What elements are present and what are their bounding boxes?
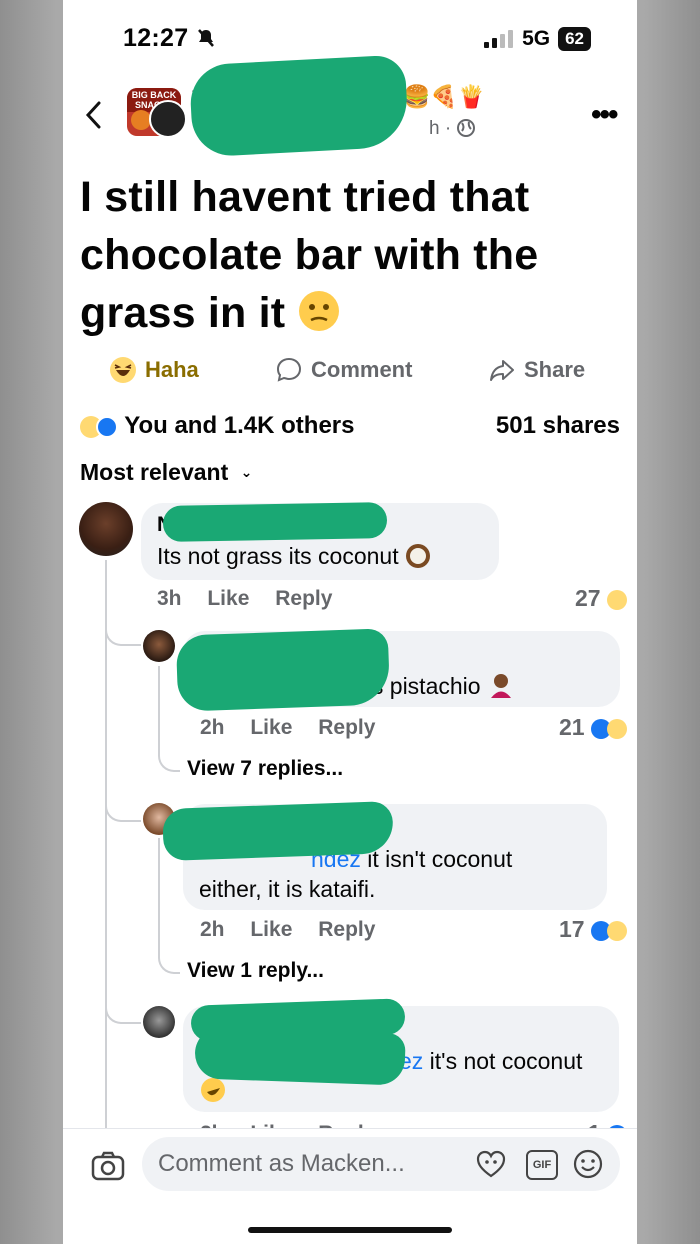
coconut-icon xyxy=(406,544,431,568)
reaction-icons xyxy=(80,412,124,439)
reply-link[interactable]: Reply xyxy=(318,716,375,739)
reply-connector xyxy=(105,610,141,646)
bell-muted-icon xyxy=(197,29,214,47)
haha-icon xyxy=(607,920,627,941)
comment-icon xyxy=(276,357,302,382)
haha-button[interactable]: Haha xyxy=(109,356,199,384)
redaction-reply xyxy=(162,801,394,861)
thread-line xyxy=(158,838,160,934)
reply-connector xyxy=(158,730,180,772)
haha-label: Haha xyxy=(145,357,199,382)
reply-connector xyxy=(105,790,141,822)
rofl-emoji-icon xyxy=(201,1078,225,1102)
signal-icon xyxy=(484,30,514,48)
post-time: h · xyxy=(429,118,476,140)
like-link[interactable]: Like xyxy=(207,587,249,610)
reply-meta: 2h Like Reply xyxy=(200,918,376,941)
comment-reaction-count[interactable]: 27 xyxy=(575,585,627,612)
haha-icon xyxy=(607,718,627,739)
camera-icon[interactable] xyxy=(91,1151,125,1181)
confused-face-icon xyxy=(299,291,340,331)
status-time: 12:27 xyxy=(123,24,216,53)
reply-link[interactable]: Reply xyxy=(275,587,332,610)
person-emoji-icon xyxy=(490,674,511,698)
reactions-count: You and 1.4K others xyxy=(124,412,355,439)
reply-avatar[interactable] xyxy=(143,1006,175,1038)
view-replies-link[interactable]: View 7 replies... xyxy=(187,757,343,781)
reaction-stats[interactable]: You and 1.4K others 501 shares xyxy=(80,412,620,440)
redaction-reply xyxy=(175,628,391,712)
comment-input-placeholder: Comment as Macken... xyxy=(158,1150,405,1177)
action-bar: Haha Comment Share xyxy=(63,356,637,392)
share-button[interactable]: Share xyxy=(488,356,585,384)
emoji-icon[interactable] xyxy=(572,1148,604,1180)
like-link[interactable]: Like xyxy=(250,918,292,941)
author-avatar[interactable] xyxy=(149,100,187,138)
view-replies-link[interactable]: View 1 reply... xyxy=(187,959,324,983)
status-right: 5G 62 xyxy=(484,27,591,51)
home-indicator xyxy=(248,1227,452,1233)
reply-reaction-count[interactable]: 21 xyxy=(559,714,627,741)
chevron-down-icon: ⌄ xyxy=(240,464,253,480)
shares-count[interactable]: 501 shares xyxy=(496,412,620,440)
comment-button[interactable]: Comment xyxy=(275,356,412,384)
comment-text: Its not grass its coconut xyxy=(157,543,431,570)
reply-reaction-count[interactable]: 17 xyxy=(559,916,627,943)
avatar-sticker-icon[interactable] xyxy=(476,1150,506,1178)
phone-screen: 12:27 5G 62 BIG BACK SNACKS B 🍔🍕🍟 h · ••… xyxy=(63,0,637,1244)
thread-line xyxy=(158,666,160,732)
redaction-author xyxy=(188,54,410,158)
comment-label: Comment xyxy=(311,357,413,382)
reply-link[interactable]: Reply xyxy=(318,918,375,941)
redaction-commenter xyxy=(162,502,388,542)
haha-icon xyxy=(607,589,627,610)
back-chevron-icon[interactable] xyxy=(83,100,105,130)
comment-avatar[interactable] xyxy=(79,502,133,556)
thread-line xyxy=(105,560,107,1140)
battery-icon: 62 xyxy=(558,27,591,51)
gif-icon[interactable]: GIF xyxy=(526,1150,558,1180)
reply-meta: 2h Like Reply xyxy=(200,716,376,739)
share-label: Share xyxy=(524,357,586,382)
reply-connector xyxy=(105,990,141,1024)
post-text: I still havent tried that chocolate bar … xyxy=(80,173,539,337)
network-label: 5G xyxy=(522,27,551,50)
reply-avatar[interactable] xyxy=(143,630,175,662)
globe-icon xyxy=(457,119,476,137)
comment-input[interactable]: Comment as Macken... GIF xyxy=(142,1137,620,1191)
share-icon xyxy=(490,360,514,381)
comment-meta: 3h Like Reply xyxy=(157,587,333,610)
sort-dropdown[interactable]: Most relevant ⌄ xyxy=(80,459,252,486)
more-options-icon[interactable]: ••• xyxy=(591,98,618,132)
composer-bar: Comment as Macken... GIF xyxy=(63,1128,637,1244)
redaction-reply-2 xyxy=(194,1026,406,1086)
author-emojis: 🍔🍕🍟 xyxy=(403,84,486,109)
haha-icon xyxy=(110,357,136,383)
like-link[interactable]: Like xyxy=(250,716,292,739)
reply-connector xyxy=(158,930,180,974)
